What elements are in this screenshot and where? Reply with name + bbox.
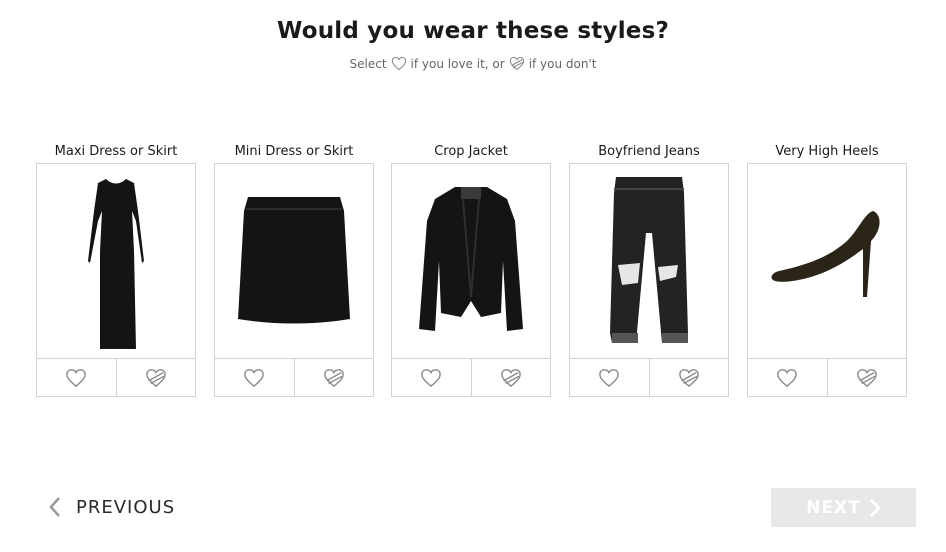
page-title: Would you wear these styles? [276,18,670,44]
maxi-dress-icon [88,179,144,349]
heart-icon [777,368,798,387]
card-box [391,163,551,397]
dislike-button[interactable] [295,359,374,396]
love-button[interactable] [215,359,295,396]
crossed-heart-icon [145,368,166,387]
crossed-heart-icon [509,56,524,71]
card-label: Crop Jacket [434,144,508,159]
next-label: NEXT [806,497,861,518]
heart-icon [599,368,620,387]
previous-button[interactable]: PREVIOUS [48,492,175,522]
crop-jacket-icon [419,187,523,331]
dislike-button[interactable] [650,359,729,396]
love-button[interactable] [37,359,117,396]
heart-icon [66,368,87,387]
card-label: Boyfriend Jeans [598,144,700,159]
card-image [570,164,728,359]
mini-skirt-icon [238,197,350,324]
card-actions [37,359,195,396]
card-actions [748,359,906,396]
dislike-button[interactable] [472,359,551,396]
dislike-button[interactable] [828,359,907,396]
card-box [36,163,196,397]
subtitle-dont-text: if you don't [528,56,597,71]
style-card: Crop Jacket [391,144,551,397]
previous-label: PREVIOUS [76,496,176,518]
heart-icon [421,368,442,387]
card-actions [215,359,373,396]
card-actions [570,359,728,396]
high-heels-icon [771,211,880,297]
style-cards: Maxi Dress or Skirt Mini Dress or Skirt … [36,144,908,400]
dislike-button[interactable] [117,359,196,396]
card-image [748,164,906,359]
card-label: Very High Heels [775,144,879,159]
card-image [392,164,550,359]
style-card: Boyfriend Jeans [569,144,729,397]
boyfriend-jeans-icon [610,177,688,343]
chevron-left-icon [49,497,60,517]
card-image [37,164,195,359]
page-subtitle: Select if you love it, or if you don't [0,56,946,71]
heart-icon [244,368,265,387]
subtitle-love-text: if you love it, or [410,56,505,71]
crossed-heart-icon [323,368,344,387]
chevron-right-icon [869,498,881,517]
love-button[interactable] [748,359,828,396]
card-box [747,163,907,397]
style-card: Mini Dress or Skirt [214,144,374,397]
love-button[interactable] [392,359,472,396]
card-label: Mini Dress or Skirt [234,144,354,159]
love-button[interactable] [570,359,650,396]
style-card: Very High Heels [747,144,907,397]
card-actions [392,359,550,396]
card-box [214,163,374,397]
crossed-heart-icon [500,368,521,387]
card-label: Maxi Dress or Skirt [54,144,178,159]
style-card: Maxi Dress or Skirt [36,144,196,397]
heart-icon [391,56,406,71]
card-box [569,163,729,397]
crossed-heart-icon [856,368,877,387]
subtitle-select-text: Select [349,56,387,71]
crossed-heart-icon [678,368,699,387]
card-image [215,164,373,359]
next-button[interactable]: NEXT [771,488,916,527]
